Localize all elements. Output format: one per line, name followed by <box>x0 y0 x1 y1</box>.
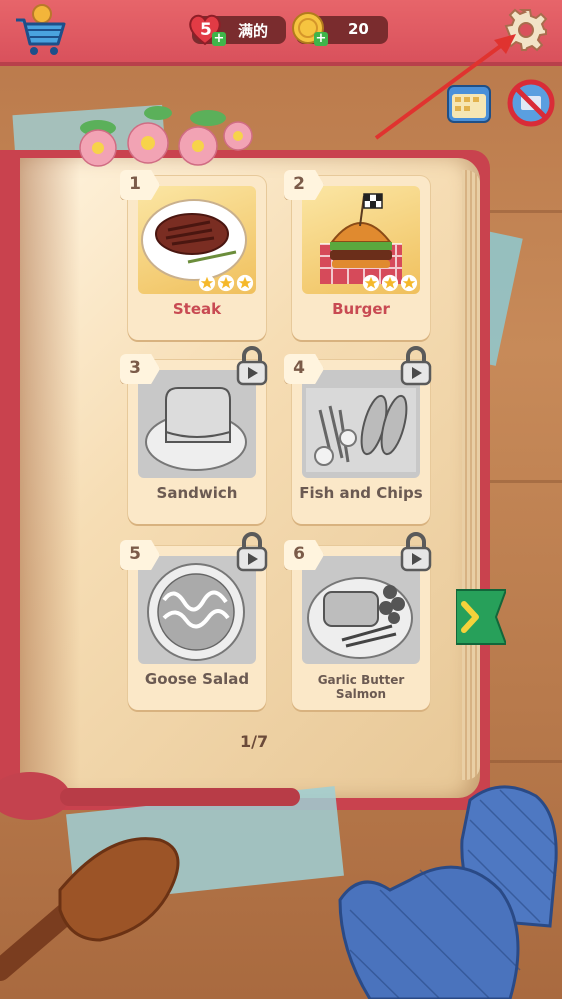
recipe-card-garlic-butter-salmon[interactable]: 6 Garlic Butter Salmon <box>284 532 432 710</box>
chevron-right-icon[interactable] <box>456 586 506 648</box>
oven-mitt-icon <box>338 865 521 999</box>
star-rating <box>198 274 254 292</box>
recipe-name: Garlic Butter Salmon <box>317 673 405 701</box>
recipe-number: 2 <box>293 174 305 194</box>
star-icon <box>362 274 380 292</box>
recipe-number: 4 <box>293 358 305 378</box>
annotation-arrow <box>374 34 516 140</box>
star-icon <box>236 274 254 292</box>
lock-video-icon[interactable] <box>396 344 436 388</box>
recipe-name: Burger <box>332 300 390 318</box>
hearts-status: 满的 <box>238 22 269 40</box>
add-hearts-icon[interactable]: + <box>212 32 226 46</box>
recipe-number: 1 <box>129 174 141 194</box>
lock-video-icon[interactable] <box>396 530 436 574</box>
recipe-number: 5 <box>129 544 141 564</box>
star-icon <box>198 274 216 292</box>
page-indicator: 1/7 <box>240 732 269 751</box>
lock-video-icon[interactable] <box>232 344 272 388</box>
hearts-count: 5 <box>200 20 212 40</box>
star-icon <box>381 274 399 292</box>
recipe-name: Fish and Chips <box>299 484 423 502</box>
lock-video-icon[interactable] <box>232 530 272 574</box>
recipe-name: Steak <box>172 300 222 318</box>
shopping-cart-icon[interactable] <box>10 4 68 58</box>
recipe-card-fish-and-chips[interactable]: 4 Fish and Chips <box>284 346 432 524</box>
star-icon <box>400 274 418 292</box>
wooden-spatula-icon <box>0 837 180 981</box>
star-icon <box>217 274 235 292</box>
star-rating <box>362 274 418 292</box>
recipe-card-steak[interactable]: 1 Steak <box>120 170 266 340</box>
recipe-card-goose-salad[interactable]: 5 Goose Salad <box>120 532 268 710</box>
coins-count: 20 <box>348 20 369 38</box>
page-edges <box>462 170 480 780</box>
recipe-number: 6 <box>293 544 305 564</box>
recipe-card-sandwich[interactable]: 3 Sandwich <box>120 346 268 524</box>
recipe-number: 3 <box>129 358 141 378</box>
recipe-name: Goose Salad <box>144 670 250 688</box>
hearts-counter[interactable]: 5 + 满的 <box>189 14 286 46</box>
flowers-decoration <box>79 106 253 167</box>
page-shadow <box>20 158 80 798</box>
recipe-name: Sandwich <box>156 484 238 502</box>
add-coins-icon[interactable]: + <box>314 32 328 46</box>
recipe-card-burger[interactable]: 2 Burger <box>284 170 430 340</box>
